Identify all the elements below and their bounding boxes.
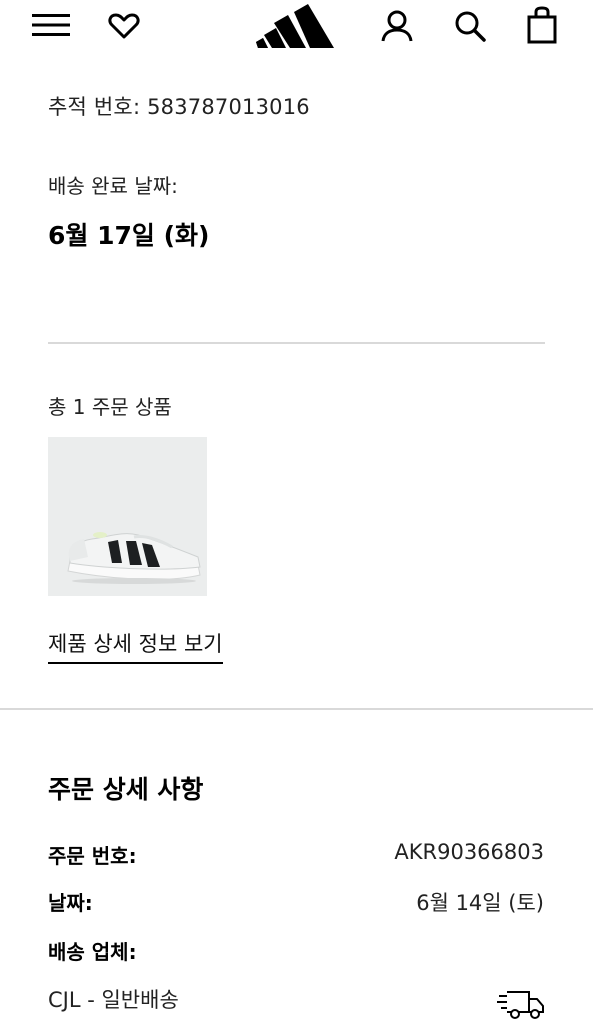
section-divider <box>48 342 545 344</box>
order-items-count: 총 1 주문 상품 <box>48 395 172 419</box>
order-details-title: 주문 상세 사항 <box>48 775 204 804</box>
search-icon[interactable] <box>453 9 487 43</box>
adidas-logo[interactable] <box>256 2 336 52</box>
heart-icon[interactable] <box>108 12 140 40</box>
product-image[interactable] <box>48 437 207 596</box>
section-divider-full <box>0 708 593 710</box>
order-date-value: 6월 14일 (토) <box>416 891 544 915</box>
menu-icon[interactable] <box>32 12 70 38</box>
order-number-value: AKR90366803 <box>394 840 544 864</box>
top-nav-bar <box>0 0 593 52</box>
carrier-name: CJL - 일반배송 <box>48 988 179 1012</box>
product-detail-link[interactable]: 제품 상세 정보 보기 <box>48 628 223 664</box>
truck-icon <box>497 991 544 1019</box>
delivered-date: 6월 17일 (화) <box>48 221 210 250</box>
order-number-label: 주문 번호: <box>48 844 137 868</box>
order-date-label: 날짜: <box>48 891 93 915</box>
delivered-date-label: 배송 완료 날짜: <box>48 174 178 198</box>
tracking-number: 추적 번호: 583787013016 <box>48 95 310 119</box>
carrier-label: 배송 업체: <box>48 940 137 964</box>
user-icon[interactable] <box>380 9 414 43</box>
bag-icon[interactable] <box>525 6 559 44</box>
